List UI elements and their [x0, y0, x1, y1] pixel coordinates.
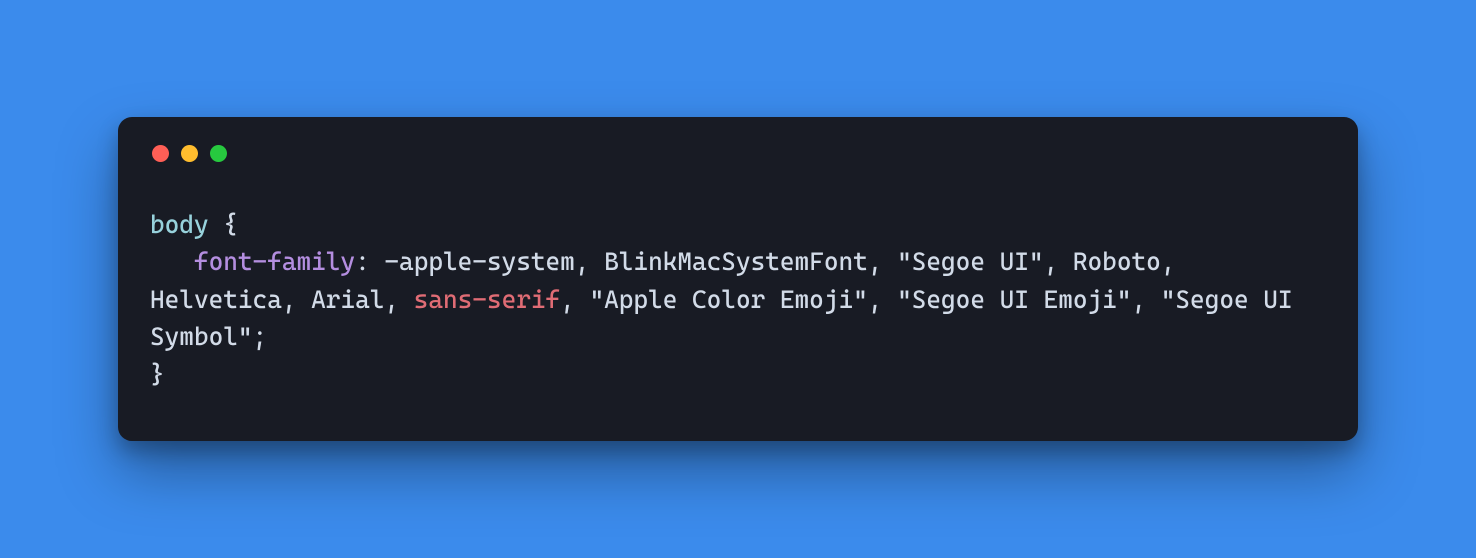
window-minimize-icon[interactable]: [181, 145, 198, 162]
code-block: body { font-family: -apple-system, Blink…: [150, 206, 1326, 394]
window-close-icon[interactable]: [152, 145, 169, 162]
css-keyword: sans-serif: [414, 285, 560, 314]
traffic-lights: [150, 145, 1326, 162]
colon: :: [355, 247, 384, 276]
brace-open: {: [209, 210, 238, 239]
window-zoom-icon[interactable]: [210, 145, 227, 162]
indent: [150, 247, 194, 276]
css-property: font-family: [194, 247, 355, 276]
code-window: body { font-family: -apple-system, Blink…: [118, 117, 1358, 442]
brace-close: }: [150, 360, 165, 389]
css-selector: body: [150, 210, 209, 239]
